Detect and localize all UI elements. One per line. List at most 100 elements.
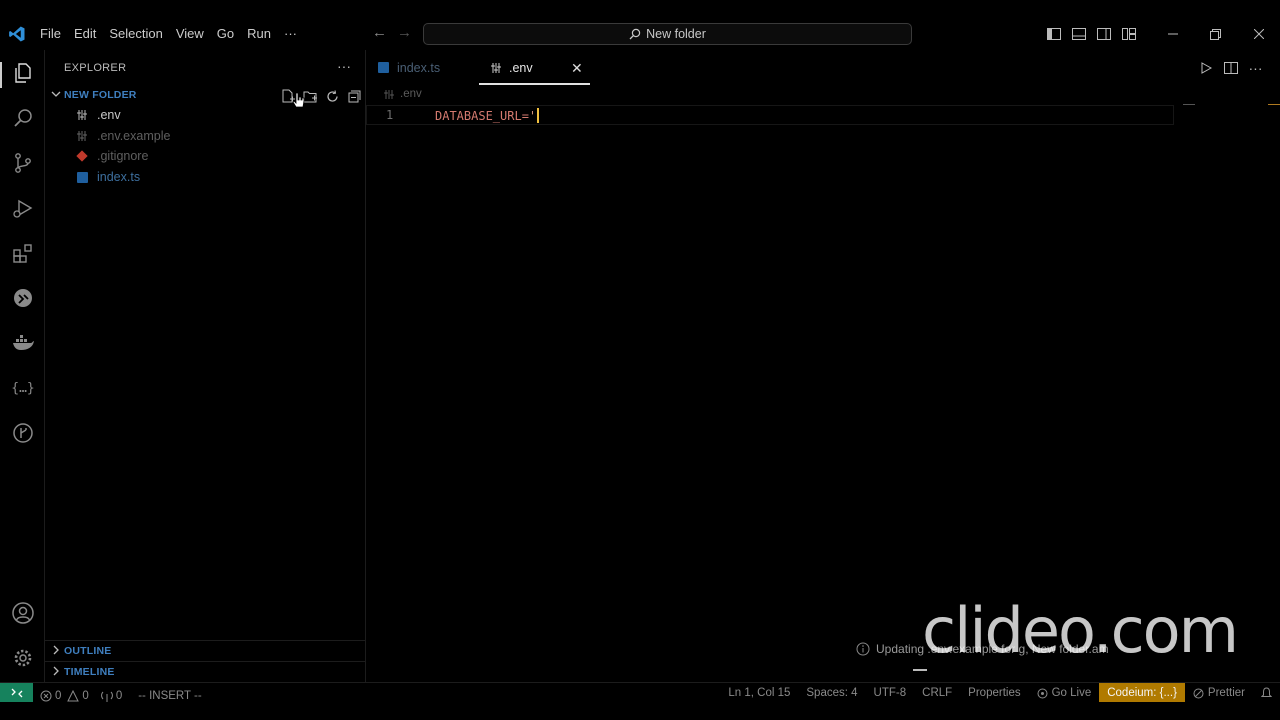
close-window-icon[interactable] [1237,24,1280,44]
minimize-icon[interactable] [1151,24,1194,44]
run-icon[interactable] [1193,62,1218,74]
typescript-icon [75,170,89,184]
broadcast-icon [1037,688,1048,698]
file-item-env-example[interactable]: .env.example [75,126,170,146]
warning-icon [67,690,80,702]
file-item-gitignore[interactable]: .gitignore [75,146,148,166]
docker-icon[interactable] [10,330,36,356]
outline-section[interactable]: OUTLINE [45,640,365,660]
language-mode[interactable]: Properties [960,683,1028,703]
active-indicator [0,62,2,88]
menu-bar: File Edit Selection View Go Run ··· [34,25,304,42]
collapse-all-icon[interactable] [343,87,365,105]
refresh-icon[interactable] [321,87,343,105]
tab-label: index.ts [397,60,441,75]
encoding[interactable]: UTF-8 [866,683,915,703]
line-number: 1 [386,108,394,122]
settings-file-icon [75,129,89,143]
forward-arrow-icon[interactable]: → [397,24,412,41]
close-tab-icon[interactable]: ✕ [571,60,583,77]
toggle-sidebar-icon[interactable] [1042,24,1066,44]
split-editor-icon[interactable] [1218,62,1243,74]
prettier-label: Prettier [1207,687,1245,699]
json-icon[interactable]: {…} [10,375,36,401]
git-icon [75,149,89,163]
error-icon [40,690,52,702]
go-live-button[interactable]: Go Live [1029,683,1100,703]
end-of-line[interactable]: CRLF [914,683,960,703]
activity-bar: {…} [0,50,45,682]
editor-area: index.ts .env ✕ ··· .env 1 DATABASE_URL=… [366,50,1280,682]
chevron-down-icon [51,91,61,97]
menu-selection[interactable]: Selection [103,25,168,42]
menu-edit[interactable]: Edit [68,25,102,42]
file-item-index-ts[interactable]: index.ts [75,167,140,187]
manage-gear-icon[interactable] [10,645,36,671]
notifications-bell-icon[interactable] [1253,683,1280,703]
cursor-position[interactable]: Ln 1, Col 15 [720,683,798,703]
restore-icon[interactable] [1194,24,1237,44]
search-icon [629,28,641,40]
toggle-secondary-sidebar-icon[interactable] [1092,24,1116,44]
active-tab-indicator [479,83,590,85]
source-control-icon[interactable] [10,150,36,176]
more-actions-icon[interactable]: ··· [1243,60,1268,76]
extensions-icon[interactable] [10,240,36,266]
mouse-pointer-icon [292,92,305,108]
indentation[interactable]: Spaces: 4 [798,683,865,703]
breadcrumb[interactable]: .env [383,88,422,100]
letterbox-bottom [0,702,1280,720]
file-item-env[interactable]: .env [75,105,121,125]
code-line-1[interactable]: DATABASE_URL=' [435,108,540,123]
customize-layout-icon[interactable] [1117,24,1141,44]
go-live-label: Go Live [1051,687,1092,699]
overview-ruler-mark [1268,104,1280,105]
tab-env[interactable]: .env [490,50,533,85]
minimap-line [1183,104,1195,105]
remote-indicator[interactable] [0,683,33,703]
search-text: New folder [646,27,706,41]
title-bar: File Edit Selection View Go Run ··· ← → … [0,0,1280,50]
command-center-search[interactable]: New folder [423,23,912,45]
notification-progress-bar [913,669,927,671]
back-arrow-icon[interactable]: ← [372,24,387,41]
editor-actions: ··· [1193,60,1268,76]
search-view-icon[interactable] [10,105,36,131]
explorer-more-button[interactable]: ··· [337,58,351,74]
explorer-sidebar: EXPLORER ··· NEW FOLDER .env .env.exampl… [45,50,366,682]
menu-more[interactable]: ··· [278,25,303,42]
radio-tower-icon [100,691,113,702]
chevron-right-icon [53,666,59,676]
settings-file-icon [491,62,501,73]
text-cursor [537,108,540,123]
settings-file-icon [75,108,89,122]
file-name: .gitignore [97,149,149,163]
file-name: .env.example [97,129,171,143]
gitlens-icon[interactable] [10,420,36,446]
menu-go[interactable]: Go [211,25,240,42]
folder-header[interactable]: NEW FOLDER [45,86,365,108]
window-controls [1041,24,1280,44]
menu-run[interactable]: Run [241,25,277,42]
toggle-panel-icon[interactable] [1067,24,1091,44]
file-name: index.ts [97,170,141,184]
typescript-icon [378,62,389,73]
timeline-section[interactable]: TIMELINE [45,661,365,681]
menu-file[interactable]: File [34,25,67,42]
run-debug-icon[interactable] [10,195,36,221]
account-icon[interactable] [10,600,36,626]
folder-actions [277,87,365,105]
tab-index-ts[interactable]: index.ts [378,50,440,85]
codeium-status[interactable]: Codeium: {...} [1099,683,1185,703]
explorer-icon[interactable] [10,60,36,86]
breadcrumb-file: .env [400,88,422,100]
warning-count: 0 [82,690,89,702]
remote-explorer-icon[interactable] [10,285,36,311]
menu-view[interactable]: View [170,25,210,42]
explorer-title: EXPLORER [64,62,127,74]
code-quote: ' [528,109,537,123]
settings-file-icon [384,89,394,99]
prettier-status[interactable]: Prettier [1185,683,1253,703]
status-right: Ln 1, Col 15 Spaces: 4 UTF-8 CRLF Proper… [720,683,1280,703]
file-name: .env [97,108,121,122]
